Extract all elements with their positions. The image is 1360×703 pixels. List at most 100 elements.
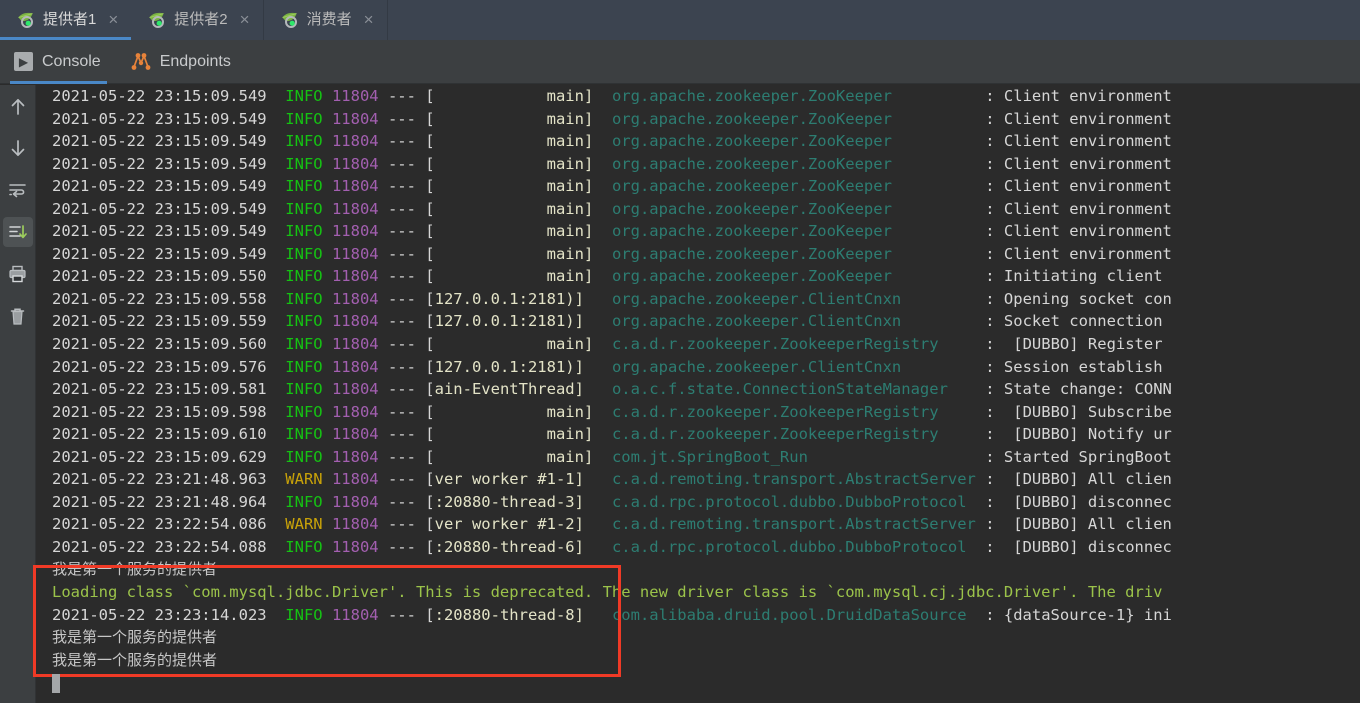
log-dashes: --- [ (378, 447, 435, 466)
console-line: 2021-05-22 23:15:09.549 INFO 11804 --- [… (52, 198, 1172, 221)
log-pid: 11804 (331, 109, 379, 128)
log-thread: 127.0.0.1:2181)] (434, 357, 584, 376)
log-thread: :20880-thread-8] (434, 605, 584, 624)
tab-endpoints[interactable]: Endpoints (117, 40, 247, 84)
log-level: INFO (285, 87, 323, 105)
log-thread: :20880-thread-3] (434, 492, 584, 511)
log-gap (593, 110, 612, 128)
log-level: INFO (285, 109, 323, 128)
log-gap2 (939, 335, 986, 353)
log-message: : Client environment (985, 199, 1172, 218)
log-message: : [DUBBO] All clien (985, 470, 1172, 489)
log-gap (593, 155, 612, 173)
log-timestamp: 2021-05-22 23:15:09.549 (52, 132, 286, 151)
console-caret (52, 674, 60, 693)
console-line-list: 2021-05-22 23:15:09.549 INFO 11804 --- [… (52, 85, 1172, 671)
log-dashes: --- [ (378, 402, 435, 421)
log-gap2 (939, 403, 986, 421)
log-dashes: --- [ (378, 335, 435, 354)
log-message: : [DUBBO] Subscribe (985, 402, 1172, 421)
log-dashes: --- [ (378, 132, 435, 151)
log-timestamp: 2021-05-22 23:21:48.963 (52, 470, 286, 489)
console-line: 2021-05-22 23:15:09.598 INFO 11804 --- [… (52, 401, 1172, 424)
run-tab-consumer[interactable]: 消费者 × (264, 0, 387, 40)
log-timestamp: 2021-05-22 23:15:09.549 (52, 244, 286, 263)
log-thread: main] (434, 177, 594, 196)
close-icon[interactable]: × (108, 11, 118, 30)
log-message: : Client environment (985, 177, 1172, 196)
log-gap2 (967, 493, 986, 511)
log-message: : Socket connection (985, 312, 1163, 331)
log-pid: 11804 (331, 244, 379, 263)
log-logger: c.a.d.rpc.protocol.dubbo.DubboProtocol (611, 492, 967, 511)
close-icon[interactable]: × (240, 11, 250, 30)
console-line: 2021-05-22 23:15:09.560 INFO 11804 --- [… (52, 333, 1172, 356)
down-arrow-icon[interactable] (3, 133, 33, 163)
log-sep (323, 290, 332, 308)
run-tool-window: 提供者1 × 提供者2 × 消费者 × ▶ Console Endpoints … (0, 0, 1360, 703)
log-logger: org.apache.zookeeper.ZooKeeper (611, 154, 892, 173)
log-gap2 (939, 425, 986, 443)
log-gap (593, 245, 612, 263)
console-output[interactable]: 2021-05-22 23:15:09.549 INFO 11804 --- [… (37, 85, 1360, 703)
log-thread: main] (434, 244, 594, 263)
log-thread: main] (434, 425, 594, 444)
spring-boot-leaf-icon (147, 11, 167, 29)
log-message: : [DUBBO] disconnec (985, 537, 1172, 556)
log-thread: 127.0.0.1:2181)] (434, 289, 584, 308)
console-line: 2021-05-22 23:15:09.549 INFO 11804 --- [… (52, 153, 1172, 176)
log-pid: 11804 (331, 357, 379, 376)
log-dashes: --- [ (378, 470, 435, 489)
log-gap2 (901, 290, 985, 308)
console-line: 2021-05-22 23:15:09.549 INFO 11804 --- [… (52, 220, 1172, 243)
run-tab-provider-1[interactable]: 提供者1 × (0, 0, 132, 40)
run-tab-provider-2[interactable]: 提供者2 × (131, 0, 262, 40)
log-level: INFO (285, 154, 323, 173)
log-gap (593, 403, 612, 421)
log-dashes: --- [ (378, 605, 435, 624)
trash-icon[interactable] (3, 301, 33, 331)
log-sep (323, 358, 332, 376)
close-icon[interactable]: × (364, 11, 374, 30)
print-icon[interactable] (3, 259, 33, 289)
log-thread: main] (434, 402, 594, 421)
run-tab-label: 提供者2 (174, 11, 228, 28)
log-level: WARN (285, 470, 323, 489)
log-sep (323, 132, 332, 150)
log-message: : Client environment (985, 109, 1172, 128)
log-timestamp: 2021-05-22 23:15:09.550 (52, 267, 286, 286)
log-sep (323, 470, 332, 488)
log-logger: o.a.c.f.state.ConnectionStateManager (611, 380, 948, 399)
log-pid: 11804 (331, 425, 379, 444)
console-line: 我是第一个服务的提供者 (52, 558, 1172, 581)
console-line: 2021-05-22 23:15:09.558 INFO 11804 --- [… (52, 288, 1172, 311)
log-message: : Client environment (985, 244, 1172, 263)
log-pid: 11804 (331, 492, 379, 511)
tab-bar-empty-space (388, 0, 1360, 40)
log-pid: 11804 (331, 289, 379, 308)
log-gap2 (892, 200, 985, 218)
tab-console[interactable]: ▶ Console (0, 40, 117, 84)
console-plain-text: 我是第一个服务的提供者 (52, 650, 218, 669)
log-level: INFO (285, 312, 323, 331)
scroll-to-end-icon[interactable] (2, 217, 33, 247)
log-thread: main] (434, 335, 594, 354)
log-dashes: --- [ (378, 425, 435, 444)
log-gap (593, 448, 612, 466)
tab-endpoints-label: Endpoints (159, 52, 231, 70)
log-message: : Session establish (985, 357, 1163, 376)
soft-wrap-icon[interactable] (3, 175, 33, 205)
console-line: 2021-05-22 23:15:09.549 INFO 11804 --- [… (52, 175, 1172, 198)
log-timestamp: 2021-05-22 23:15:09.549 (52, 154, 286, 173)
log-timestamp: 2021-05-22 23:15:09.549 (52, 87, 286, 105)
console-play-icon: ▶ (14, 52, 33, 71)
log-timestamp: 2021-05-22 23:15:09.549 (52, 177, 286, 196)
log-logger: org.apache.zookeeper.ClientCnxn (611, 289, 902, 308)
log-message: : [DUBBO] All clien (985, 515, 1172, 534)
log-gap2 (892, 110, 985, 128)
up-arrow-icon[interactable] (3, 91, 33, 121)
log-gap (593, 132, 612, 150)
log-logger: org.apache.zookeeper.ClientCnxn (611, 312, 902, 331)
log-sep (323, 425, 332, 443)
log-pid: 11804 (331, 132, 379, 151)
